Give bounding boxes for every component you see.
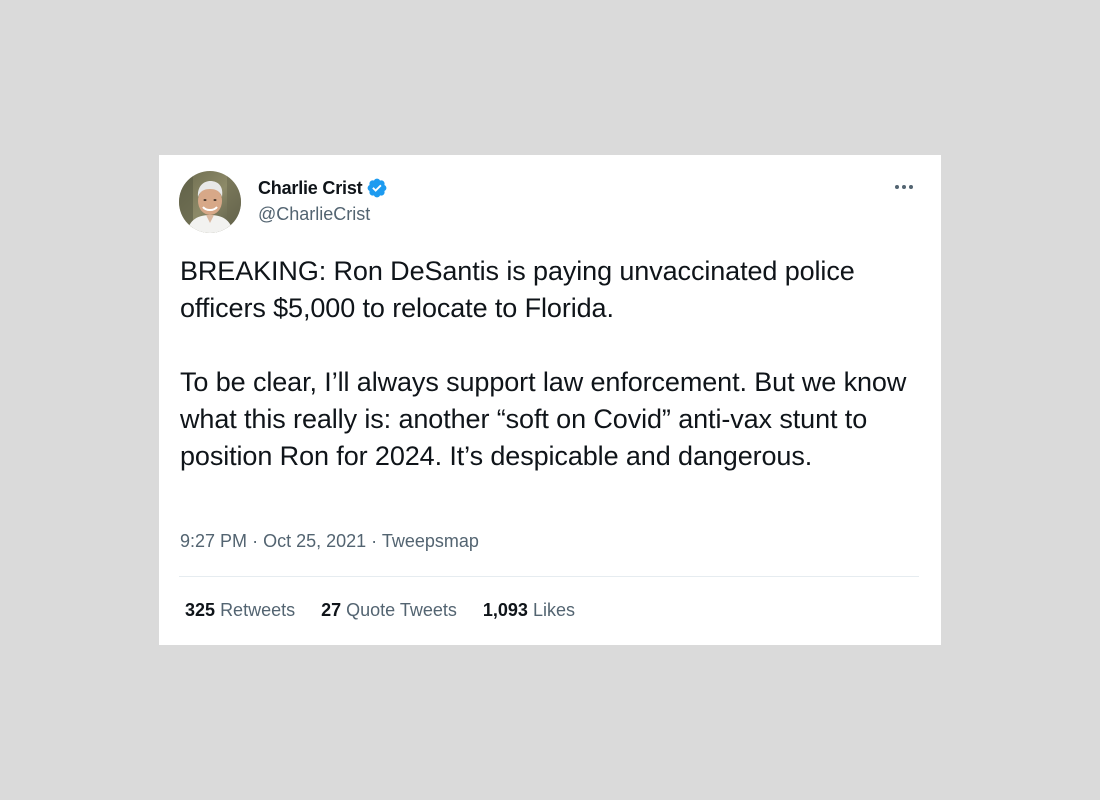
more-options-button[interactable]	[891, 177, 917, 197]
display-name[interactable]: Charlie Crist	[258, 178, 363, 199]
tweet-date[interactable]: Oct 25, 2021	[263, 531, 366, 551]
likes-count: 1,093	[482, 600, 528, 620]
tweet-card: Charlie Crist @CharlieCrist BREAKING: Ro…	[159, 155, 941, 645]
likes-stat[interactable]: 1,093 Likes	[483, 600, 575, 621]
user-handle[interactable]: @CharlieCrist	[258, 204, 370, 225]
retweets-count: 325	[185, 600, 216, 620]
more-horizontal-icon	[909, 185, 913, 189]
more-horizontal-icon	[902, 185, 906, 189]
quote-tweets-label: Quote Tweets	[346, 600, 457, 620]
engagement-stats: 325 Retweets 27 Quote Tweets 1,093 Likes	[185, 600, 575, 621]
avatar[interactable]	[179, 171, 241, 233]
divider	[179, 576, 919, 577]
separator: ·	[252, 531, 264, 551]
more-horizontal-icon	[895, 185, 899, 189]
likes-label: Likes	[532, 600, 575, 620]
tweet-time[interactable]: 9:27 PM	[180, 531, 247, 551]
tweet-paragraph: To be clear, I’ll always support law enf…	[180, 367, 907, 471]
retweets-label: Retweets	[220, 600, 296, 620]
tweet-paragraph: BREAKING: Ron DeSantis is paying unvacci…	[180, 256, 855, 323]
tweet-text: BREAKING: Ron DeSantis is paying unvacci…	[180, 253, 920, 475]
tweet-meta: 9:27 PM · Oct 25, 2021 · Tweepsmap	[180, 531, 479, 552]
quote-tweets-count: 27	[321, 600, 342, 620]
retweets-stat[interactable]: 325 Retweets	[185, 600, 295, 621]
separator: ·	[371, 531, 382, 551]
verified-badge-icon	[366, 177, 388, 199]
author-name-row: Charlie Crist	[258, 177, 388, 199]
tweet-source-link[interactable]: Tweepsmap	[382, 531, 479, 551]
quote-tweets-stat[interactable]: 27 Quote Tweets	[321, 600, 457, 621]
